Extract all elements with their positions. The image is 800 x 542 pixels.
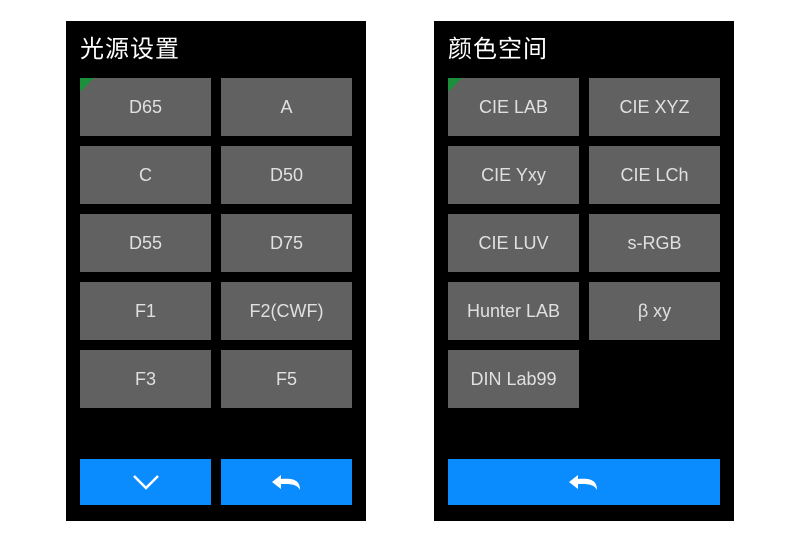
option-button[interactable]: Hunter LAB	[448, 282, 579, 340]
panel-body: D65 A C D50 D55 D75 F1 F2(CWF) F3 F5	[66, 70, 366, 459]
option-button[interactable]: F3	[80, 350, 211, 408]
panel-footer	[434, 459, 734, 521]
selected-corner-mark	[448, 78, 462, 92]
panel-footer	[66, 459, 366, 521]
back-button[interactable]	[448, 459, 720, 505]
panel-header: 颜色空间	[434, 21, 734, 70]
option-button[interactable]: CIE Yxy	[448, 146, 579, 204]
panel-body: CIE LAB CIE XYZ CIE Yxy CIE LCh CIE LUV …	[434, 70, 734, 459]
panel-title: 光源设置	[80, 36, 180, 63]
option-button[interactable]: CIE XYZ	[589, 78, 720, 136]
option-button[interactable]: D55	[80, 214, 211, 272]
option-grid: D65 A C D50 D55 D75 F1 F2(CWF) F3 F5	[80, 78, 352, 408]
option-button[interactable]: D50	[221, 146, 352, 204]
back-arrow-icon	[269, 471, 305, 493]
option-button[interactable]: CIE LUV	[448, 214, 579, 272]
back-arrow-icon	[566, 471, 602, 493]
back-button[interactable]	[221, 459, 352, 505]
option-button[interactable]: CIE LCh	[589, 146, 720, 204]
light-source-panel: 光源设置 D65 A C D50 D55 D75 F1 F2(CWF) F3 F…	[66, 21, 366, 521]
color-space-panel: 颜色空间 CIE LAB CIE XYZ CIE Yxy CIE LCh CIE…	[434, 21, 734, 521]
option-button[interactable]: DIN Lab99	[448, 350, 579, 408]
panel-title: 颜色空间	[448, 36, 548, 63]
selected-corner-mark	[80, 78, 94, 92]
option-button[interactable]: A	[221, 78, 352, 136]
option-button[interactable]: F5	[221, 350, 352, 408]
option-grid: CIE LAB CIE XYZ CIE Yxy CIE LCh CIE LUV …	[448, 78, 720, 408]
panel-header: 光源设置	[66, 21, 366, 70]
chevron-down-icon	[130, 472, 162, 492]
option-button[interactable]: F1	[80, 282, 211, 340]
option-button[interactable]: F2(CWF)	[221, 282, 352, 340]
option-button[interactable]: s-RGB	[589, 214, 720, 272]
option-button[interactable]: D75	[221, 214, 352, 272]
option-button[interactable]: C	[80, 146, 211, 204]
option-button[interactable]: β xy	[589, 282, 720, 340]
option-button[interactable]: D65	[80, 78, 211, 136]
more-button[interactable]	[80, 459, 211, 505]
option-button[interactable]: CIE LAB	[448, 78, 579, 136]
